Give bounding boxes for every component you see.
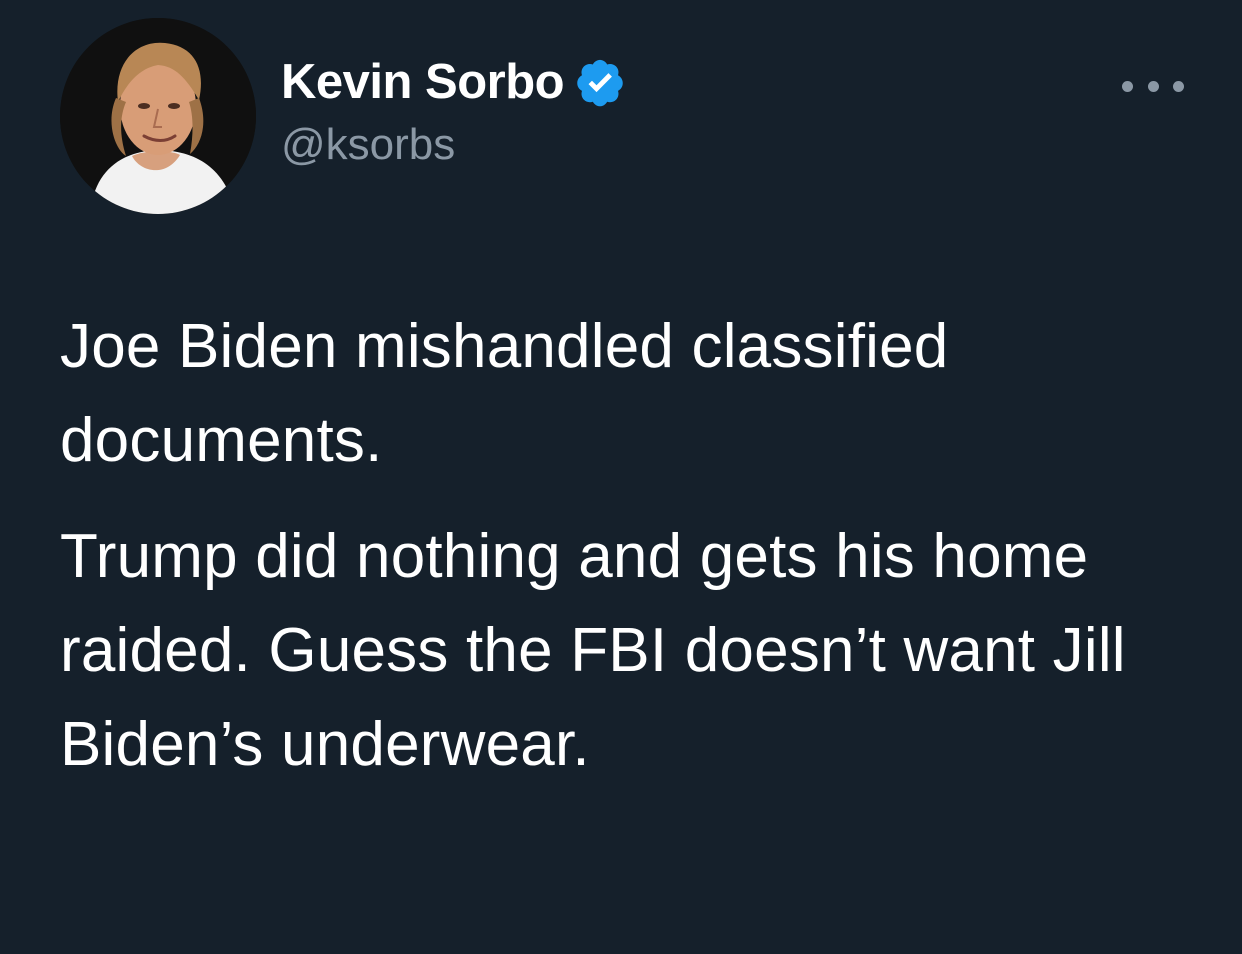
- more-options-dot-icon: [1122, 80, 1133, 92]
- more-options-dot-icon: [1147, 80, 1159, 92]
- tweet-card: Kevin Sorbo @ksorbs Joe Biden mishandled…: [0, 0, 1242, 954]
- author-name-row: Kevin Sorbo: [281, 52, 626, 112]
- more-options-dot-icon: [1173, 80, 1184, 92]
- author-display-name[interactable]: Kevin Sorbo: [281, 52, 565, 112]
- verified-badge-icon: [574, 56, 626, 108]
- author-handle[interactable]: @ksorbs: [281, 114, 626, 176]
- author-avatar[interactable]: [60, 18, 256, 214]
- tweet-paragraph: Trump did nothing and gets his home raid…: [60, 522, 1126, 779]
- more-options-button[interactable]: [1122, 66, 1184, 106]
- tweet-paragraph: Joe Biden mishandled classified document…: [60, 312, 949, 475]
- author-info: Kevin Sorbo @ksorbs: [281, 52, 626, 176]
- tweet-text: Joe Biden mishandled classified document…: [60, 300, 1200, 792]
- avatar-photo-icon: [60, 18, 256, 214]
